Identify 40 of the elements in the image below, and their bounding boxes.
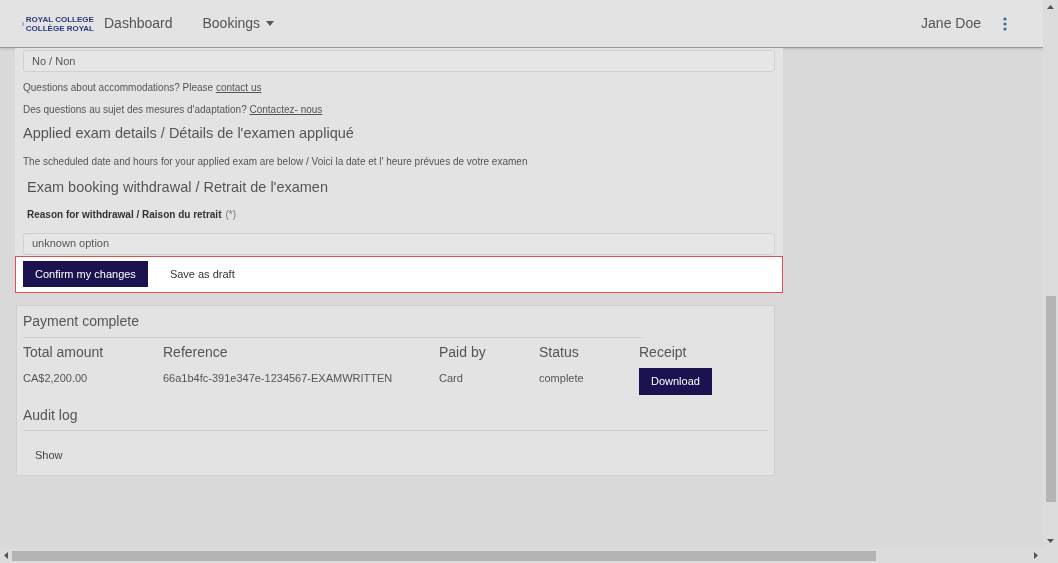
- column-heading: Receipt: [639, 342, 688, 362]
- draft-button[interactable]: Save as draft: [165, 261, 239, 287]
- section-heading: Applied exam details / Détails de l'examen appliqué: [23, 124, 355, 143]
- card-title: Payment complete: [23, 305, 643, 338]
- table-cell-text: 66a1b4fc-391e347e-1234567-EXAMWRITTEN: [163, 370, 394, 386]
- column-heading: Paid by: [439, 342, 487, 362]
- reason-field[interactable]: unknown option: [23, 232, 775, 255]
- card-title: Audit log: [23, 404, 768, 431]
- user-name[interactable]: Jane Doe: [921, 13, 981, 34]
- section-note: The scheduled date and hours for your applied exam are below / Voici la date et l' heure prévues de votre examen: [23, 154, 529, 169]
- scroll-left-icon[interactable]: [4, 552, 8, 559]
- table-cell-text: Card: [439, 370, 464, 386]
- column-heading: Total amount: [23, 342, 105, 362]
- scroll-thumb[interactable]: [1045, 296, 1056, 502]
- download-button[interactable]: Download: [639, 367, 712, 395]
- section-heading: Exam booking withdrawal / Retrait de l'examen: [27, 177, 329, 197]
- column-heading: Reference: [163, 342, 229, 362]
- logo-text: ROYAL COLLEGE: [25, 14, 94, 24]
- column-heading: Status: [539, 342, 580, 362]
- nav-link[interactable]: Dashboard: [104, 13, 173, 34]
- logo-text: COLLÈGE ROYAL: [25, 23, 94, 33]
- more-vertical-icon[interactable]: [1003, 16, 1007, 31]
- caret-icon: [266, 21, 275, 26]
- field-label: Reason for withdrawal / Raison du retrait: [27, 207, 222, 222]
- scroll-up-icon[interactable]: [1047, 5, 1054, 9]
- scroll-thumb[interactable]: [12, 550, 876, 561]
- nav-link[interactable]: Bookings: [202, 13, 275, 34]
- college-logo[interactable]: ROYAL COLLEGE COLLÈGE ROYAL: [22, 14, 94, 33]
- scroll-right-icon[interactable]: [1034, 552, 1038, 559]
- help-text: Questions about accommodations? Please contact us: [23, 81, 263, 94]
- required-mark: (*): [225, 207, 237, 222]
- table-cell-text: CA$2,200.00: [23, 370, 89, 386]
- contact-link[interactable]: contact us: [215, 82, 262, 93]
- scroll-down-icon[interactable]: [1047, 539, 1054, 543]
- help-text: Des questions au sujet des mesures d'adaptation? Contactez- nous: [23, 103, 324, 116]
- accommodation-field[interactable]: No / Non: [23, 50, 775, 72]
- confirm-button[interactable]: Confirm my changes: [23, 261, 148, 287]
- show-toggle[interactable]: Show: [35, 446, 63, 463]
- table-cell-text: complete: [539, 370, 585, 386]
- contact-link[interactable]: Contactez- nous: [249, 104, 323, 115]
